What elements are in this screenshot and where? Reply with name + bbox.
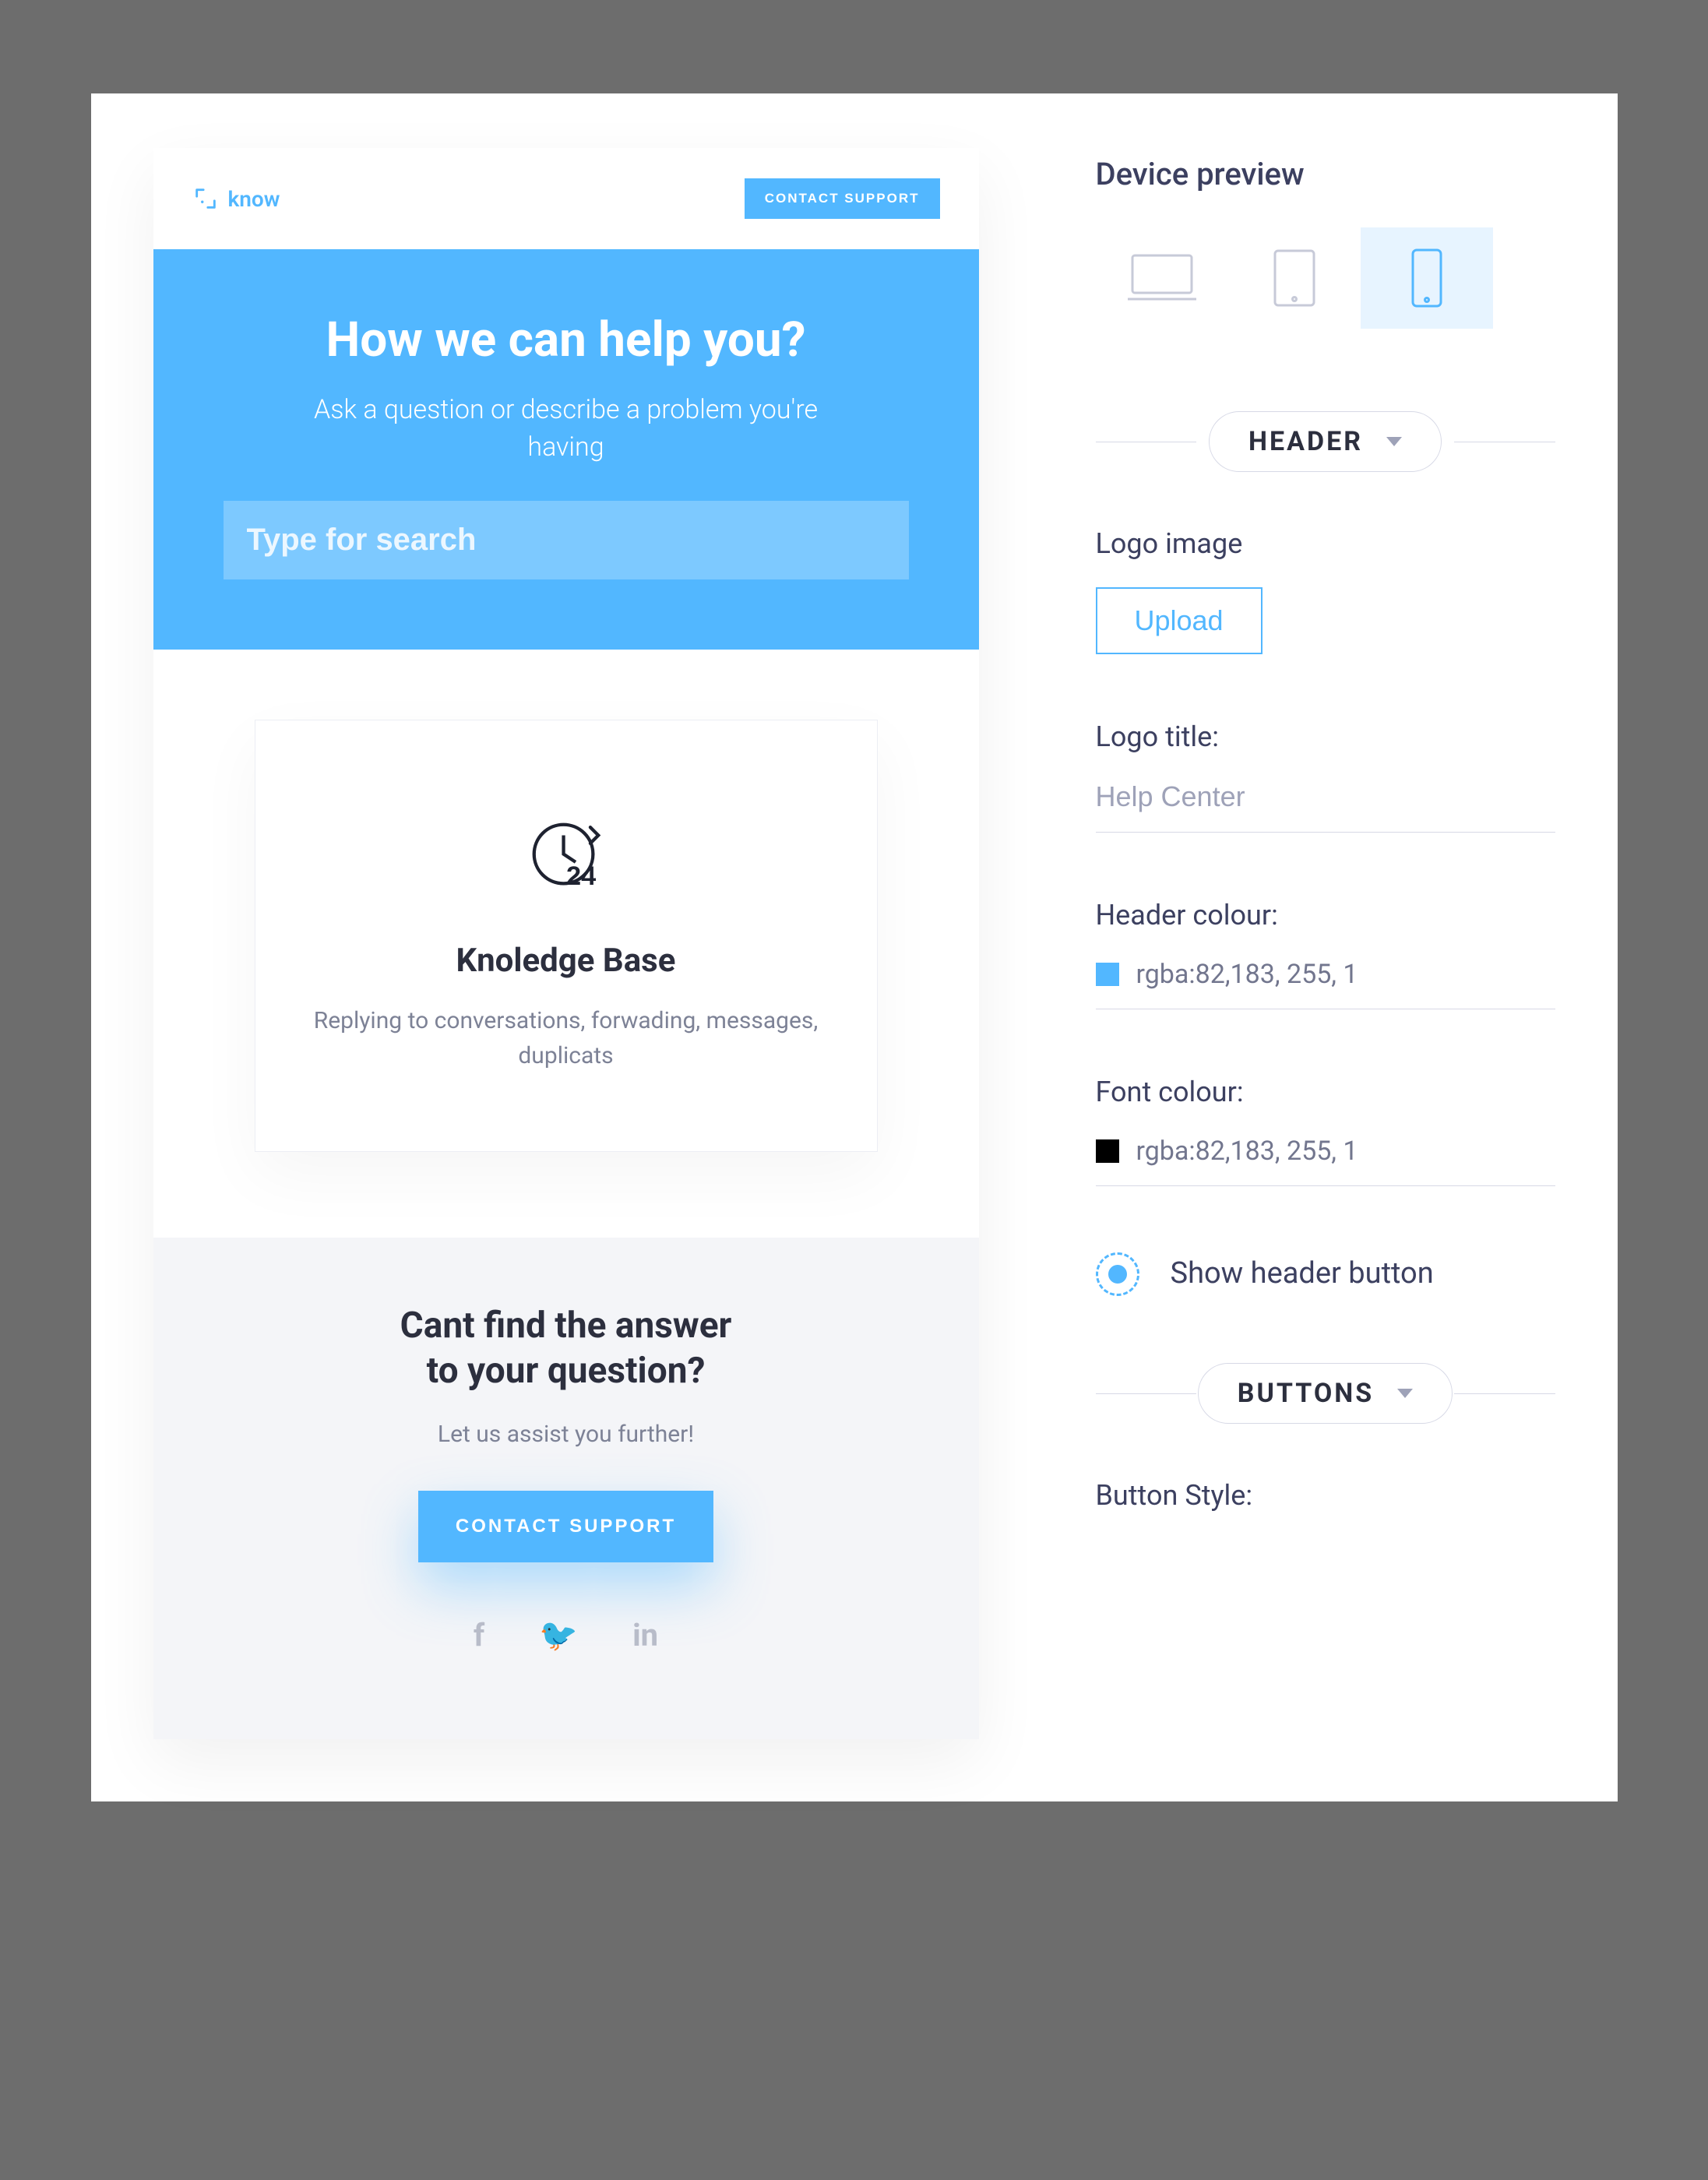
cta-subtitle: Let us assist you further! [185, 1421, 948, 1448]
logo-image-label: Logo image [1096, 527, 1555, 560]
section-toggle-buttons[interactable]: BUTTONS [1198, 1363, 1453, 1424]
facebook-icon[interactable]: f [474, 1617, 484, 1653]
header-colour-swatch [1096, 963, 1119, 986]
header-colour-label: Header colour: [1096, 899, 1555, 932]
device-option-desktop[interactable] [1096, 227, 1228, 329]
header-contact-button[interactable]: CONTACT SUPPORT [745, 178, 940, 219]
logo-text: know [228, 186, 280, 212]
device-picker [1096, 227, 1555, 329]
section-buttons-label: BUTTONS [1238, 1378, 1374, 1409]
device-option-mobile[interactable] [1361, 227, 1493, 329]
show-header-button-toggle[interactable]: Show header button [1096, 1252, 1555, 1296]
chevron-down-icon [1397, 1389, 1413, 1398]
svg-text:24: 24 [566, 861, 596, 891]
section-toggle-header[interactable]: HEADER [1209, 411, 1442, 472]
tablet-icon [1272, 248, 1317, 308]
desktop-icon [1126, 251, 1198, 305]
settings-column: Device preview HEADER [1010, 148, 1555, 1739]
kb-card-desc: Replying to conversations, forwading, me… [302, 1003, 830, 1073]
device-mock: know CONTACT SUPPORT How we can help you… [153, 148, 979, 1739]
cta-contact-button[interactable]: CONTACT SUPPORT [418, 1491, 713, 1562]
section-divider-header: HEADER [1096, 410, 1555, 473]
kb-card-title: Knoledge Base [302, 942, 830, 980]
twitter-icon[interactable]: 🐦 [539, 1617, 578, 1653]
cta-title-line1: Cant find the answer [400, 1305, 732, 1347]
header-colour-input[interactable]: rgba:82,183, 255, 1 [1096, 959, 1555, 1009]
editor-canvas: know CONTACT SUPPORT How we can help you… [91, 93, 1618, 1801]
font-colour-input[interactable]: rgba:82,183, 255, 1 [1096, 1136, 1555, 1186]
kb-card[interactable]: 24 Knoledge Base Replying to conversatio… [255, 720, 878, 1152]
section-header-label: HEADER [1248, 426, 1363, 457]
section-divider-buttons: BUTTONS [1096, 1362, 1555, 1425]
preview-column: know CONTACT SUPPORT How we can help you… [153, 148, 1010, 1739]
logo-title-input[interactable] [1096, 780, 1555, 833]
cta-title: Cant find the answer to your question? [185, 1304, 948, 1393]
device-preview-heading: Device preview [1096, 156, 1555, 192]
upload-button[interactable]: Upload [1096, 587, 1263, 654]
font-colour-label: Font colour: [1096, 1076, 1555, 1108]
header-colour-value: rgba:82,183, 255, 1 [1136, 959, 1358, 990]
mobile-icon [1410, 247, 1444, 309]
hero-search-input[interactable] [224, 501, 909, 579]
chevron-down-icon [1386, 437, 1402, 446]
button-style-label: Button Style: [1096, 1479, 1555, 1512]
hero-title: How we can help you? [200, 312, 932, 368]
social-row: f 🐦 in [185, 1617, 948, 1653]
clock-24-icon: 24 [523, 814, 609, 900]
font-colour-swatch [1096, 1139, 1119, 1163]
cta-title-line2: to your question? [427, 1350, 706, 1392]
logo-mark-icon [192, 185, 219, 212]
mock-header: know CONTACT SUPPORT [153, 148, 979, 249]
font-colour-value: rgba:82,183, 255, 1 [1136, 1136, 1358, 1167]
mock-logo: know [192, 185, 280, 212]
kb-section: 24 Knoledge Base Replying to conversatio… [153, 650, 979, 1238]
show-header-button-label: Show header button [1171, 1255, 1434, 1293]
device-option-tablet[interactable] [1228, 227, 1361, 329]
linkedin-icon[interactable]: in [632, 1617, 658, 1653]
cta-section: Cant find the answer to your question? L… [153, 1238, 979, 1739]
hero-section: How we can help you? Ask a question or d… [153, 249, 979, 650]
radio-icon [1096, 1252, 1139, 1296]
hero-subtitle: Ask a question or describe a problem you… [294, 392, 839, 466]
logo-title-label: Logo title: [1096, 720, 1555, 753]
